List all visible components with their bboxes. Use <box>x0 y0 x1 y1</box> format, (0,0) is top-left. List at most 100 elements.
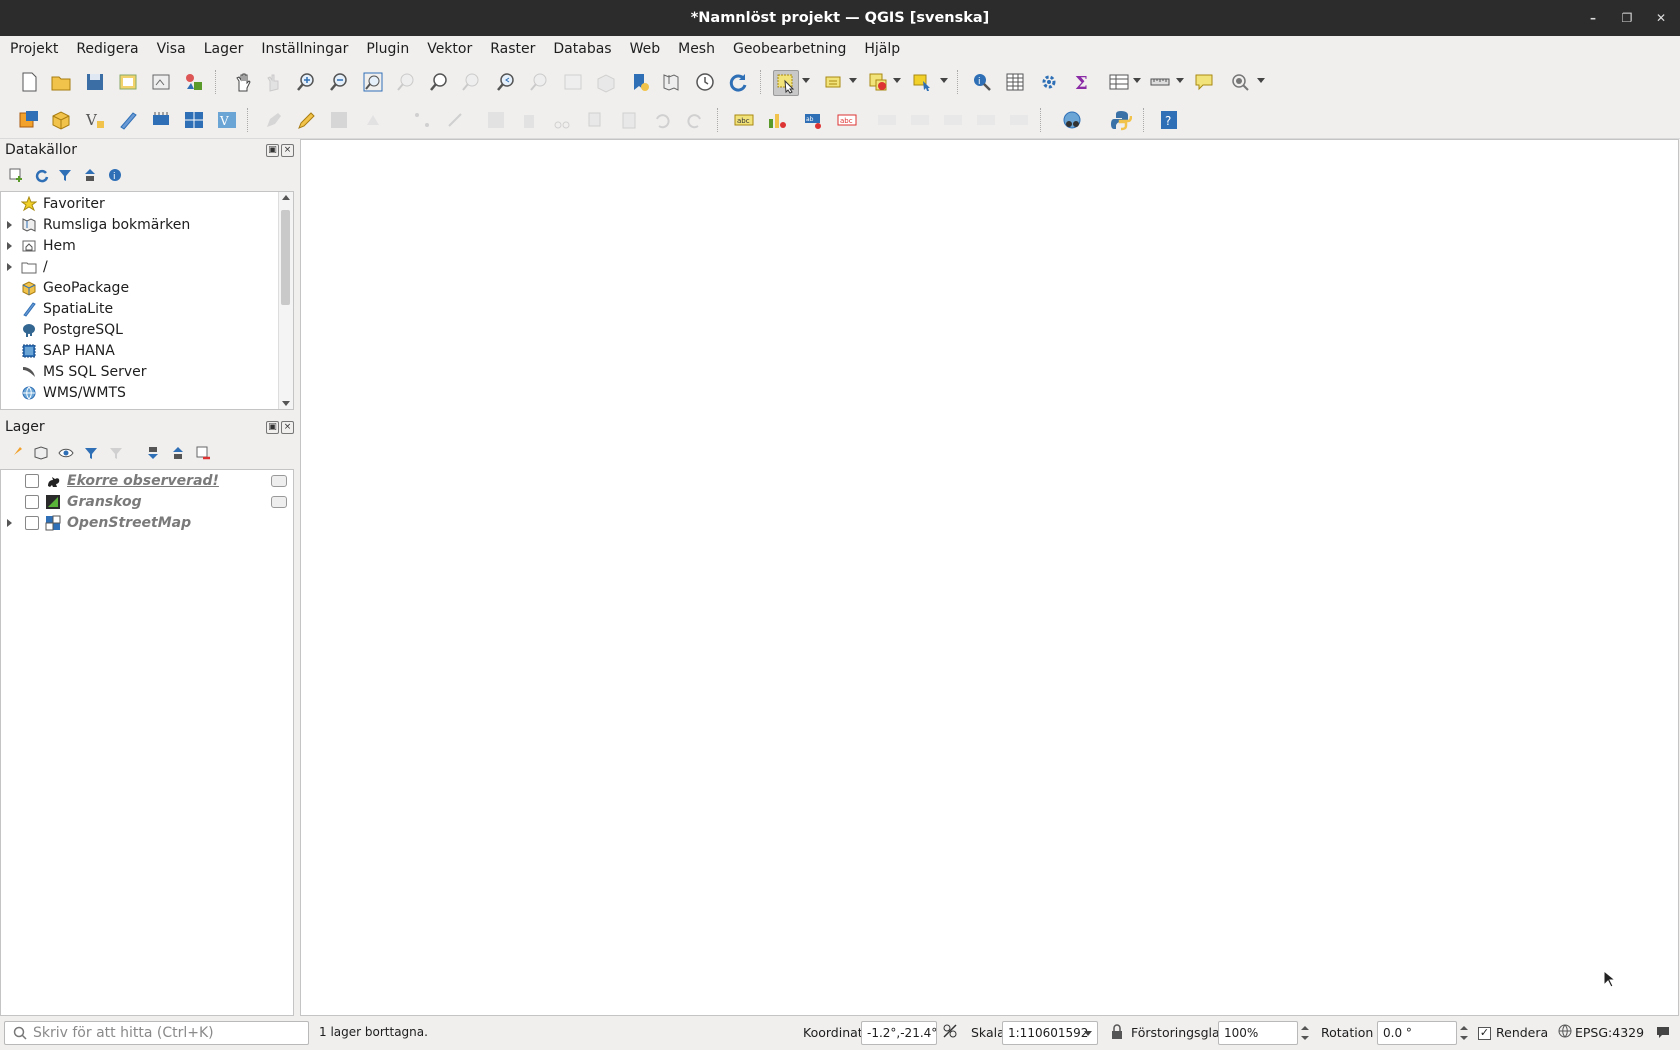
filter-by-expression-icon[interactable] <box>107 444 125 462</box>
menu-raster[interactable]: Raster <box>480 41 543 57</box>
zoom-full-icon[interactable] <box>361 70 385 94</box>
help-icon[interactable]: ? <box>1157 108 1181 132</box>
zoom-to-layer-icon[interactable] <box>427 70 451 94</box>
quickmapservices-icon[interactable] <box>1060 108 1084 132</box>
new-map-view-icon[interactable] <box>561 70 585 94</box>
menu-databas[interactable]: Databas <box>543 41 619 57</box>
render-checkbox[interactable]: ✓ <box>1478 1027 1491 1040</box>
select-by-value-icon[interactable] <box>822 70 846 94</box>
layer-openstreetmap[interactable]: OpenStreetMap <box>1 513 291 533</box>
refresh-browser-icon[interactable] <box>32 166 50 184</box>
label-toolbar-icon[interactable]: abc <box>732 108 756 132</box>
minimize-button[interactable]: – <box>1583 8 1603 28</box>
temporal-controller-icon[interactable] <box>693 70 717 94</box>
delete-selected-icon[interactable] <box>517 108 541 132</box>
python-console-icon[interactable] <box>1109 108 1133 132</box>
new-geopackage-layer-icon[interactable] <box>49 108 73 132</box>
rotation-field[interactable]: 0.0 ° <box>1377 1021 1457 1045</box>
refresh-icon[interactable] <box>726 70 750 94</box>
expand-all-icon[interactable] <box>144 444 162 462</box>
rotate-label-icon[interactable] <box>941 108 965 132</box>
float-panel-icon[interactable]: ▣ <box>266 144 279 157</box>
toggle-extents-icon[interactable] <box>942 1023 958 1042</box>
close-panel-icon[interactable]: × <box>281 421 294 434</box>
layer-ekorre-observerad[interactable]: Ekorre observerad! <box>1 471 291 491</box>
open-field-calculator-icon[interactable] <box>1107 70 1131 94</box>
digitize-icon[interactable] <box>361 108 385 132</box>
move-label-icon[interactable] <box>908 108 932 132</box>
embedded-widget-icon[interactable] <box>271 475 287 487</box>
open-project-icon[interactable] <box>49 70 73 94</box>
vertex-tool-icon[interactable] <box>410 108 434 132</box>
pan-hand-icon[interactable] <box>231 70 255 94</box>
show-bookmarks-icon[interactable] <box>659 70 683 94</box>
redo-icon[interactable] <box>683 108 707 132</box>
properties-icon[interactable]: i <box>106 166 124 184</box>
menu-visa[interactable]: Visa <box>147 41 194 57</box>
layer-visibility-checkbox[interactable] <box>25 516 39 530</box>
remove-layer-icon[interactable] <box>194 444 212 462</box>
select-features-icon[interactable] <box>773 70 799 96</box>
menu-web[interactable]: Web <box>620 41 669 57</box>
locator-search-input[interactable]: Skriv för att hitta (Ctrl+K) <box>4 1021 309 1045</box>
menu-geobearbetning[interactable]: Geobearbetning <box>723 41 854 57</box>
layer-visibility-checkbox[interactable] <box>25 474 39 488</box>
crs-label[interactable]: EPSG:4329 <box>1575 1025 1644 1040</box>
scale-combobox[interactable]: 1:110601592 <box>1002 1021 1098 1045</box>
new-3d-view-icon[interactable] <box>594 70 618 94</box>
layer-diagram-icon[interactable] <box>765 108 789 132</box>
scroll-thumb[interactable] <box>281 210 290 305</box>
zoom-native-icon[interactable] <box>459 70 483 94</box>
menu-mesh[interactable]: Mesh <box>668 41 723 57</box>
new-bookmark-icon[interactable] <box>628 70 652 94</box>
toggle-editing-icon[interactable] <box>294 108 318 132</box>
zoom-to-selection-icon[interactable] <box>394 70 418 94</box>
chevron-down-icon[interactable] <box>1084 1031 1092 1036</box>
lock-scale-icon[interactable] <box>1110 1024 1124 1043</box>
label-properties-icon[interactable] <box>1007 108 1031 132</box>
layout-manager-icon[interactable] <box>149 70 173 94</box>
layer-visibility-checkbox[interactable] <box>25 495 39 509</box>
expand-arrow-icon[interactable] <box>7 242 12 250</box>
magnifier-field[interactable]: 100% <box>1218 1021 1298 1045</box>
map-canvas[interactable] <box>300 139 1679 1016</box>
cut-features-icon[interactable] <box>550 108 574 132</box>
copy-features-icon[interactable] <box>584 108 608 132</box>
zoom-last-icon[interactable] <box>494 70 518 94</box>
menu-hjalp[interactable]: Hjälp <box>854 41 908 57</box>
rotation-spinner[interactable] <box>1457 1021 1470 1045</box>
menu-projekt[interactable]: Projekt <box>0 41 66 57</box>
locator-settings-icon[interactable] <box>1228 70 1252 94</box>
browser-scrollbar[interactable] <box>278 192 293 409</box>
float-panel-icon[interactable]: ▣ <box>266 421 279 434</box>
message-log-icon[interactable] <box>1655 1024 1671 1043</box>
undo-icon[interactable] <box>650 108 674 132</box>
modify-attributes-icon[interactable] <box>443 108 467 132</box>
menu-plugin[interactable]: Plugin <box>356 41 417 57</box>
scroll-up-icon[interactable] <box>282 195 290 200</box>
show-hide-labels-icon[interactable] <box>875 108 899 132</box>
add-selected-layers-icon[interactable] <box>7 166 25 184</box>
pin-unpin-labels-icon[interactable]: abc <box>835 108 859 132</box>
deselect-features-icon[interactable] <box>866 70 890 94</box>
highlight-pinned-labels-icon[interactable]: ab <box>802 108 826 132</box>
attribute-edit-icon[interactable] <box>484 108 508 132</box>
paste-features-icon[interactable] <box>617 108 641 132</box>
filter-legend-icon[interactable] <box>82 444 100 462</box>
zoom-next-icon[interactable] <box>527 70 551 94</box>
embedded-widget-icon[interactable] <box>271 496 287 508</box>
close-button[interactable]: ✕ <box>1651 8 1671 28</box>
add-group-icon[interactable] <box>32 444 50 462</box>
attribute-table-icon[interactable] <box>1003 70 1027 94</box>
pan-to-selection-icon[interactable] <box>262 70 286 94</box>
close-panel-icon[interactable]: × <box>281 144 294 157</box>
new-shapefile-layer-icon[interactable]: V <box>83 108 107 132</box>
filter-browser-icon[interactable] <box>56 166 74 184</box>
new-memory-layer-icon[interactable]: V <box>215 108 239 132</box>
layer-granskog[interactable]: Granskog <box>1 492 291 512</box>
manage-visibility-icon[interactable] <box>57 444 75 462</box>
map-tips-icon[interactable] <box>1192 70 1216 94</box>
menu-lager[interactable]: Lager <box>194 41 252 57</box>
menu-redigera[interactable]: Redigera <box>66 41 146 57</box>
menu-vektor[interactable]: Vektor <box>417 41 480 57</box>
